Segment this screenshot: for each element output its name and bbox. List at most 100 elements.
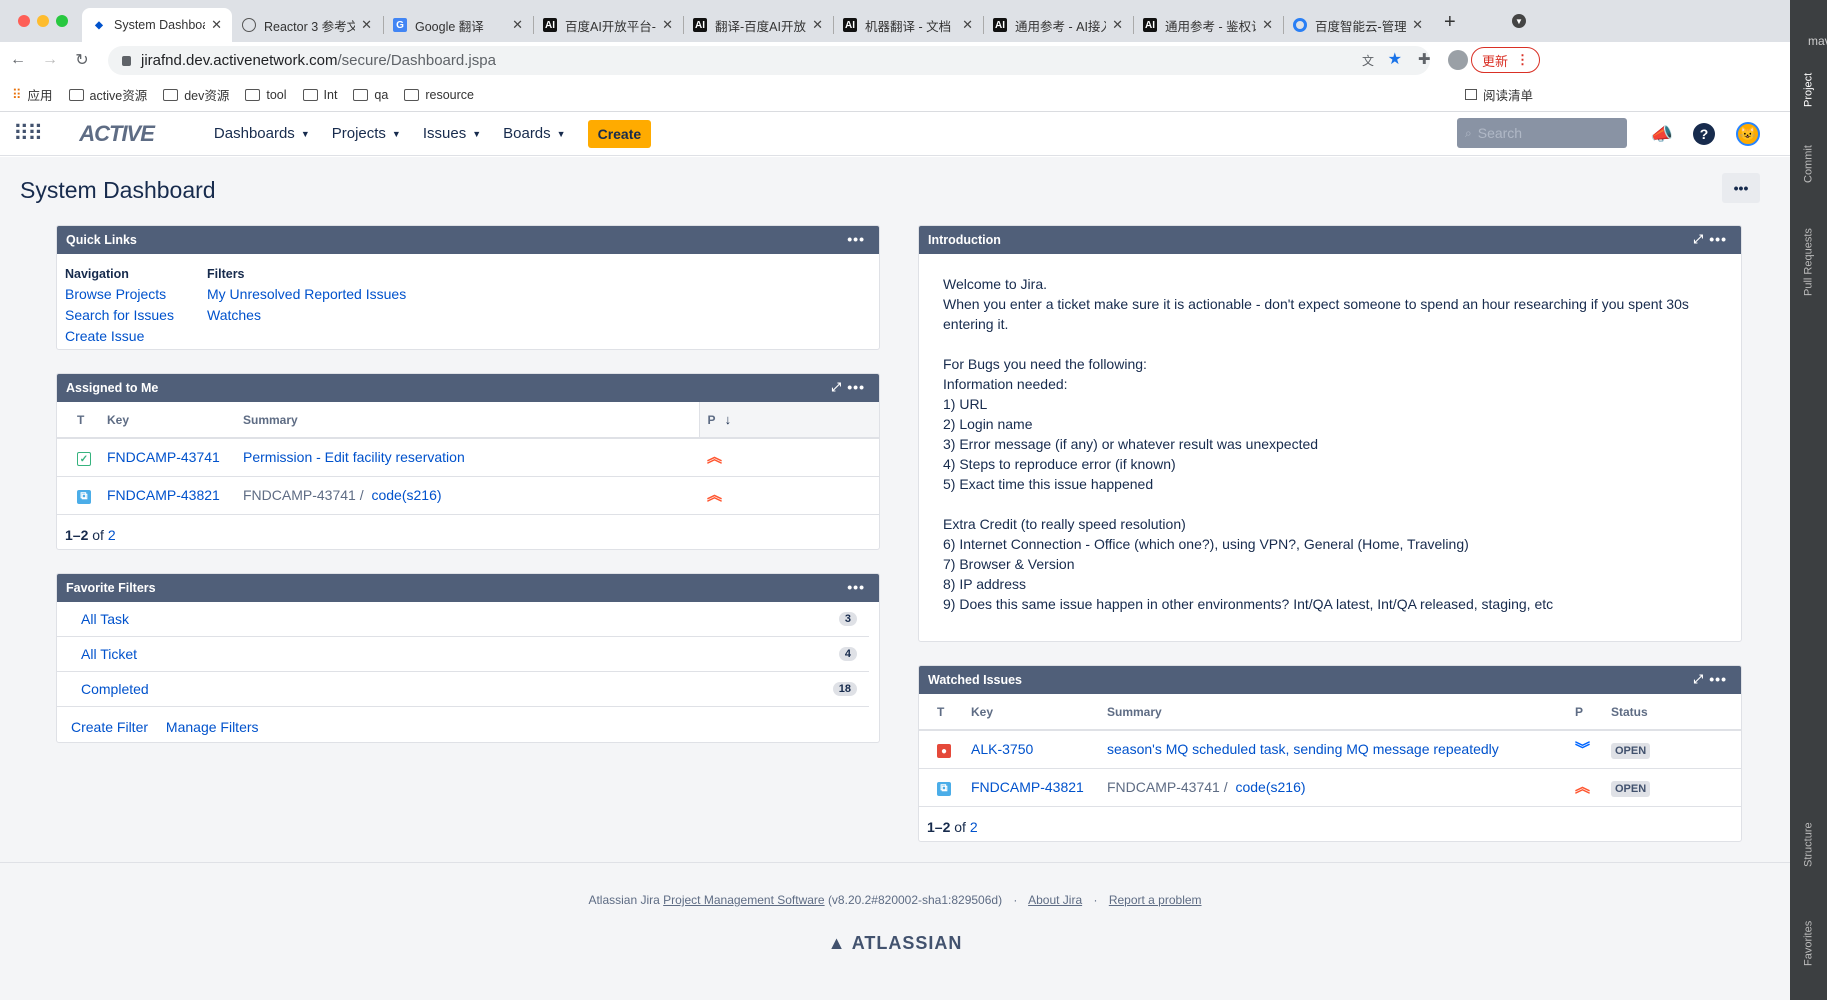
filter-link[interactable]: Completed — [81, 681, 149, 697]
filter-row[interactable]: All Task 3 — [57, 602, 869, 637]
column-priority[interactable]: P ↓ — [698, 402, 879, 439]
close-tab-icon[interactable]: ✕ — [812, 17, 823, 33]
browser-tab-auth-ref[interactable]: AI 通用参考 - 鉴权认证 ✕ — [1133, 8, 1283, 42]
nav-issues[interactable]: Issues ▼ — [423, 125, 481, 142]
bookmark-folder-int[interactable]: Int — [302, 88, 337, 102]
ide-tab-pull-requests[interactable]: Pull Requests — [1790, 212, 1827, 312]
address-bar[interactable]: jirafnd.dev.activenetwork.com/secure/Das… — [108, 46, 1430, 75]
bookmark-apps[interactable]: ⠿ 应用 — [12, 85, 53, 104]
browser-tab-baidu-ai[interactable]: AI 百度AI开放平台-全球 ✕ — [533, 8, 683, 42]
browser-tab-baidu-cloud[interactable]: 百度智能云-管理中心 ✕ — [1283, 8, 1433, 42]
zoom-window-button[interactable] — [56, 15, 68, 27]
dashboard-more-button[interactable]: ••• — [1722, 173, 1760, 203]
issue-summary-link[interactable]: Permission - Edit facility reservation — [243, 449, 465, 465]
lock-icon[interactable] — [122, 55, 131, 66]
issue-key-link[interactable]: FNDCAMP-43821 — [107, 487, 220, 503]
bookmark-folder-qa[interactable]: qa — [353, 88, 388, 102]
bookmark-folder-active[interactable]: active资源 — [68, 85, 147, 104]
column-status[interactable]: Status — [1603, 694, 1741, 731]
issue-summary-link[interactable]: season's MQ scheduled task, sending MQ m… — [1107, 741, 1499, 757]
gadget-menu-icon[interactable]: ••• — [1709, 671, 1727, 687]
search-issues-link[interactable]: Search for Issues — [65, 307, 174, 323]
gadget-menu-icon[interactable]: ••• — [1709, 231, 1727, 247]
issue-key-link[interactable]: FNDCAMP-43821 — [971, 779, 1084, 795]
update-button[interactable]: 更新 ⋮ — [1471, 47, 1541, 73]
extensions-icon[interactable]: ✚ — [1418, 50, 1431, 68]
issue-summary-link[interactable]: code(s216) — [371, 487, 441, 503]
filter-row[interactable]: All Ticket 4 — [57, 637, 869, 672]
ide-tab-project[interactable]: Project — [1790, 60, 1827, 120]
close-tab-icon[interactable]: ✕ — [662, 17, 673, 33]
column-priority[interactable]: P — [1567, 694, 1603, 731]
close-tab-icon[interactable]: ✕ — [1262, 17, 1273, 33]
column-key[interactable]: Key — [99, 402, 235, 439]
browser-tab-reactor[interactable]: Reactor 3 参考文档 ✕ — [232, 8, 382, 42]
filter-row[interactable]: Completed 18 — [57, 672, 869, 707]
bookmark-star-icon[interactable]: ★ — [1388, 49, 1402, 69]
active-logo[interactable]: ACTIVE — [79, 121, 155, 147]
create-issue-link[interactable]: Create Issue — [65, 328, 144, 344]
browse-projects-link[interactable]: Browse Projects — [65, 286, 166, 302]
issue-key-link[interactable]: FNDCAMP-43741 — [107, 449, 220, 465]
issue-key-link[interactable]: ALK-3750 — [971, 741, 1033, 757]
nav-dashboards[interactable]: Dashboards ▼ — [214, 125, 310, 142]
column-type[interactable]: T — [57, 402, 99, 439]
close-tab-icon[interactable]: ✕ — [361, 17, 372, 33]
profile-avatar[interactable] — [1448, 50, 1468, 70]
close-tab-icon[interactable]: ✕ — [1412, 17, 1423, 33]
issue-summary-link[interactable]: code(s216) — [1235, 779, 1305, 795]
forward-button[interactable]: → — [34, 51, 66, 69]
create-button[interactable]: Create — [587, 119, 652, 148]
table-row[interactable]: ● ALK-3750 season's MQ scheduled task, s… — [919, 730, 1741, 769]
about-jira-link[interactable]: About Jira — [1028, 893, 1082, 907]
gadget-menu-icon[interactable]: ••• — [847, 231, 865, 247]
browser-tab-ai-guide[interactable]: AI 通用参考 - AI接入指南 ✕ — [983, 8, 1133, 42]
user-avatar[interactable]: 😺 — [1736, 122, 1760, 146]
unresolved-reported-link[interactable]: My Unresolved Reported Issues — [207, 286, 406, 302]
close-tab-icon[interactable]: ✕ — [211, 17, 222, 33]
bookmark-folder-tool[interactable]: tool — [245, 88, 287, 102]
atlassian-logo[interactable]: ▲ ATLASSIAN — [0, 933, 1790, 954]
expand-icon[interactable]: ⤢ — [1693, 232, 1703, 247]
manage-filters-link[interactable]: Manage Filters — [166, 719, 259, 735]
table-row[interactable]: ⧉ FNDCAMP-43821 FNDCAMP-43741 / code(s21… — [57, 476, 879, 515]
create-filter-link[interactable]: Create Filter — [71, 719, 148, 735]
column-type[interactable]: T — [919, 694, 963, 731]
reading-list[interactable]: 阅读清单 — [1465, 85, 1533, 104]
back-button[interactable]: ← — [2, 51, 34, 69]
bookmark-folder-resource[interactable]: resource — [404, 88, 474, 102]
table-row[interactable]: ⧉ FNDCAMP-43821 FNDCAMP-43741 / code(s21… — [919, 768, 1741, 807]
expand-icon[interactable]: ⤢ — [1693, 672, 1703, 687]
gadget-menu-icon[interactable]: ••• — [847, 379, 865, 395]
browser-tab-baidu-translate[interactable]: AI 翻译-百度AI开放平台 ✕ — [683, 8, 833, 42]
translate-page-icon[interactable]: 文 — [1362, 52, 1374, 69]
close-tab-icon[interactable]: ✕ — [962, 17, 973, 33]
app-switcher-icon[interactable]: ⠿⠿ — [13, 121, 43, 147]
filter-link[interactable]: All Ticket — [81, 646, 137, 662]
reload-button[interactable]: ↻ — [66, 50, 98, 70]
close-window-button[interactable] — [18, 15, 30, 27]
gadget-menu-icon[interactable]: ••• — [847, 579, 865, 595]
browser-tab-system-dashboard[interactable]: ◆ System Dashboard ✕ — [82, 8, 232, 42]
pager-total-link[interactable]: 2 — [970, 819, 978, 835]
pms-link[interactable]: Project Management Software — [663, 893, 824, 907]
bookmark-folder-dev[interactable]: dev资源 — [163, 85, 229, 104]
column-key[interactable]: Key — [963, 694, 1099, 731]
help-icon[interactable]: ? — [1693, 123, 1715, 145]
table-row[interactable]: ✓ FNDCAMP-43741 Permission - Edit facili… — [57, 438, 879, 477]
report-problem-link[interactable]: Report a problem — [1109, 893, 1202, 907]
close-tab-icon[interactable]: ✕ — [1112, 17, 1123, 33]
watches-link[interactable]: Watches — [207, 307, 261, 323]
announcements-icon[interactable]: 📣 — [1650, 122, 1674, 146]
close-tab-icon[interactable]: ✕ — [512, 17, 523, 33]
search-input[interactable]: ⌕ Search — [1457, 118, 1627, 148]
column-summary[interactable]: Summary — [1099, 694, 1567, 731]
expand-icon[interactable]: ⤢ — [831, 380, 841, 395]
ide-tab-favorites[interactable]: Favorites — [1790, 908, 1827, 978]
ide-tab-structure[interactable]: Structure — [1790, 810, 1827, 880]
new-tab-button[interactable]: + — [1444, 11, 1456, 34]
browser-tab-mt-docs[interactable]: AI 机器翻译 - 文档 ✕ — [833, 8, 983, 42]
tab-search-icon[interactable]: ▼ — [1512, 14, 1526, 28]
nav-boards[interactable]: Boards ▼ — [503, 125, 565, 142]
pager-total-link[interactable]: 2 — [108, 527, 116, 543]
